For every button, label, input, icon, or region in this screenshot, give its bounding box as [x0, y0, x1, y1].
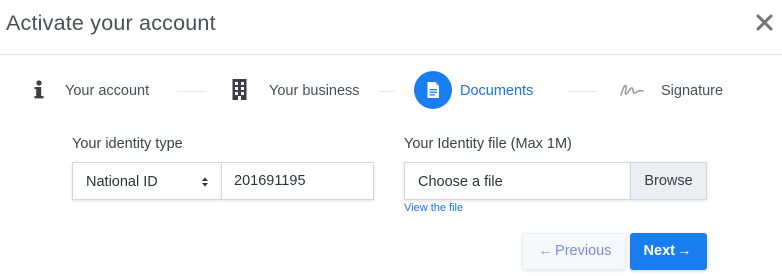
- identity-type-value: National ID: [86, 174, 158, 190]
- file-placeholder: Choose a file: [418, 174, 503, 190]
- next-label: Next: [643, 243, 675, 259]
- file-chooser-input[interactable]: Choose a file: [404, 162, 630, 200]
- close-button[interactable]: [752, 10, 778, 36]
- close-icon: [756, 14, 773, 31]
- step-divider: [177, 91, 206, 92]
- modal-title: Activate your account: [6, 11, 216, 35]
- previous-label: Previous: [555, 243, 612, 259]
- identity-type-label: Your identity type: [72, 136, 183, 152]
- step-label-your-account[interactable]: Your account: [65, 83, 149, 99]
- identity-number-input[interactable]: 201691195: [221, 162, 374, 200]
- info-icon: [33, 80, 45, 105]
- arrow-right-icon: →: [676, 243, 692, 259]
- browse-button[interactable]: Browse: [630, 162, 707, 200]
- modal-header: Activate your account: [0, 0, 782, 55]
- step-divider: [380, 91, 395, 92]
- step-divider: [567, 91, 596, 92]
- select-caret-icon: [202, 177, 208, 187]
- step-label-documents[interactable]: Documents: [460, 83, 533, 99]
- stepper: Your account Your business Documents Sig…: [0, 70, 782, 112]
- step-label-your-business[interactable]: Your business: [269, 83, 360, 99]
- next-button[interactable]: Next →: [630, 233, 707, 270]
- previous-button[interactable]: ← Previous: [522, 233, 626, 270]
- identity-file-label: Your Identity file (Max 1M): [404, 136, 572, 152]
- step-label-signature[interactable]: Signature: [661, 83, 723, 99]
- view-file-link[interactable]: View the file: [404, 202, 463, 214]
- building-icon: [232, 78, 247, 105]
- signature-icon: [619, 82, 645, 103]
- step-active-indicator[interactable]: [414, 71, 452, 109]
- document-icon: [427, 82, 439, 98]
- arrow-left-icon: ←: [538, 243, 554, 259]
- identity-type-select[interactable]: National ID: [72, 162, 221, 200]
